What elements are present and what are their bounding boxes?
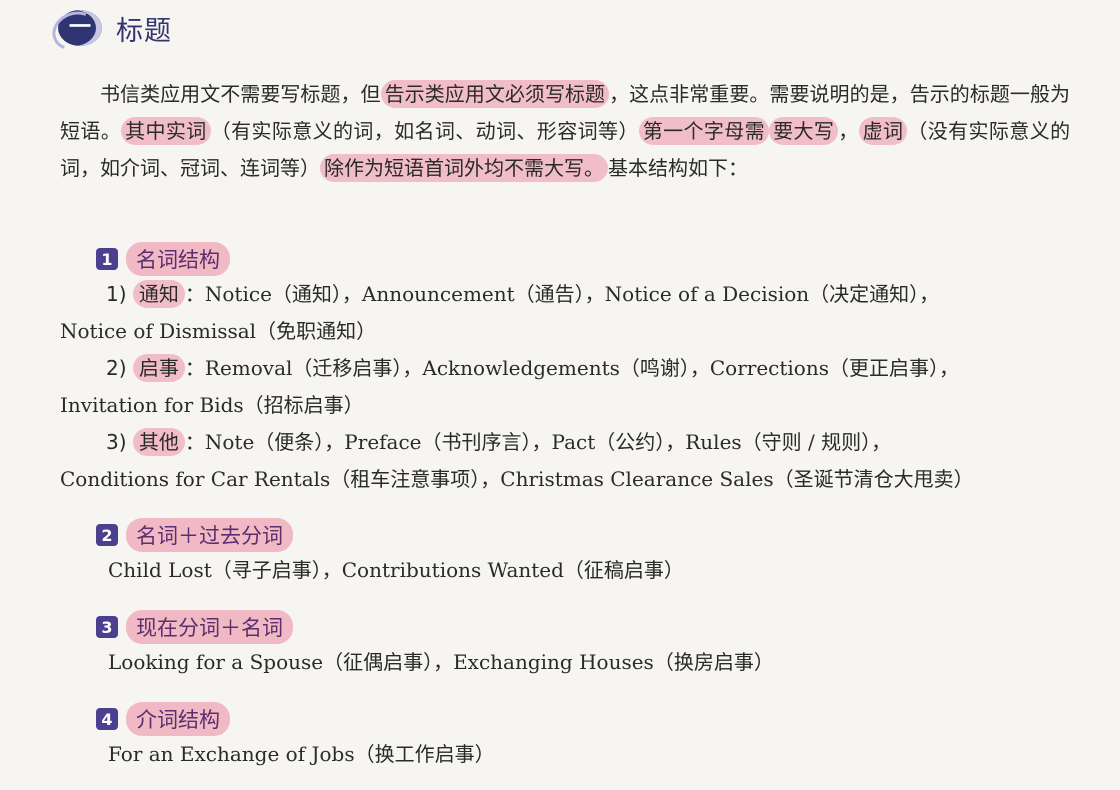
section-number-box: 3 [96, 616, 118, 638]
item-label: 2) 启事： [106, 354, 205, 382]
intro-text-8: 本结构如下： [628, 156, 748, 180]
page: 一 标题 书信类应用文不需要写标题，但 告示类应用文必须写标题 ，这点非常重要。需要… [0, 0, 1120, 790]
section-heading: 3 现在分词＋名词 [96, 610, 1070, 644]
section-heading: 1 名词结构 [96, 242, 1070, 276]
item-line: 3) 其他 ：Note（便条），Preface（书刊序言），Pact（公约），Ru… [60, 424, 1070, 461]
item-text: Removal（迁移启事），Acknowledgements（鸣谢），Corre… [204, 356, 959, 380]
section-heading-title: 现在分词＋名词 [126, 610, 293, 644]
highlight-notice-title: 告示类应用文必须写标题 [380, 80, 610, 108]
section-present-participle-noun: 3 现在分词＋名词 Looking for a Spouse（征偶启事），Exc… [60, 610, 1070, 681]
item-text-cont: Notice of Dismissal（免职通知） [60, 319, 377, 343]
section-heading-title: 名词＋过去分词 [126, 518, 293, 552]
section-heading-title: 介词结构 [126, 702, 230, 736]
item-label: 1) 通知： [106, 280, 205, 308]
item-text: Notice（通知），Announcement（通告），Notice of a … [204, 282, 940, 306]
highlight-no-capital: 除作为短语首词外均不需大写。 [320, 154, 608, 182]
section-body: 1) 通知 ：Notice（通知），Announcement（通告），Notice… [60, 276, 1070, 498]
intro-text-2: ，这点非常重要。需要说明的是， [609, 82, 910, 106]
section-body: Looking for a Spouse（征偶启事），Exchanging Ho… [60, 644, 1070, 681]
item-line: 2) 启事 ：Removal（迁移启事），Acknowledgements（鸣谢）… [60, 350, 1070, 387]
section-body: Child Lost（寻子启事），Contributions Wanted（征稿… [60, 552, 1070, 589]
intro-text-1: 书信类应用文不需要写标题，但 [100, 82, 381, 106]
badge-text: 一 [68, 15, 91, 40]
item-line: 1) 通知 ：Notice（通知），Announcement（通告），Notice… [60, 276, 1070, 313]
section-noun-past-participle: 2 名词＋过去分词 Child Lost（寻子启事），Contributions… [60, 518, 1070, 589]
section-number-box: 2 [96, 524, 118, 546]
item-text: Note（便条），Preface（书刊序言），Pact（公约），Rules（守则… [204, 430, 892, 454]
highlight-capitalize-2: 要大写 [769, 117, 839, 145]
intro-text: 书信类应用文不需要写标题，但 告示类应用文必须写标题 ，这点非常重要。需要说明的是，… [60, 76, 1070, 187]
section-prepositional-structure: 4 介词结构 For an Exchange of Jobs（换工作启事） [60, 702, 1070, 773]
section-heading-title: 名词结构 [126, 242, 230, 276]
section-number-box: 1 [96, 248, 118, 270]
intro-text-5: ， [838, 119, 859, 143]
section-header: 一 标题 [58, 8, 172, 48]
intro-paragraph: 书信类应用文不需要写标题，但 告示类应用文必须写标题 ，这点非常重要。需要说明的是，… [60, 76, 1070, 187]
section-title: 标题 [116, 15, 172, 47]
intro-text-7: 基 [608, 156, 628, 180]
section-heading: 4 介词结构 [96, 702, 1070, 736]
section-body: For an Exchange of Jobs（换工作启事） [60, 736, 1070, 773]
section-number-box: 4 [96, 708, 118, 730]
highlight-function-words: 虚词 [858, 117, 908, 145]
section-text: Child Lost（寻子启事），Contributions Wanted（征稿… [108, 558, 684, 582]
section-number-badge: 一 [58, 10, 102, 46]
intro-text-4: （有实际意义的词，如名词、动词、形容词等） [210, 119, 639, 143]
section-noun-structure: 1 名词结构 1) 通知 ：Notice（通知），Announcement（通告）… [60, 242, 1070, 498]
highlight-capitalize-1: 第一个字母需 [638, 117, 770, 145]
highlight-content-words: 其中实词 [121, 117, 211, 145]
item-text-cont: Conditions for Car Rentals（租车注意事项），Chris… [60, 467, 974, 491]
section-text: Looking for a Spouse（征偶启事），Exchanging Ho… [108, 650, 774, 674]
item-label: 3) 其他： [106, 428, 205, 456]
section-text: For an Exchange of Jobs（换工作启事） [108, 742, 495, 766]
item-text-cont: Invitation for Bids（招标启事） [60, 393, 364, 417]
section-heading: 2 名词＋过去分词 [96, 518, 1070, 552]
